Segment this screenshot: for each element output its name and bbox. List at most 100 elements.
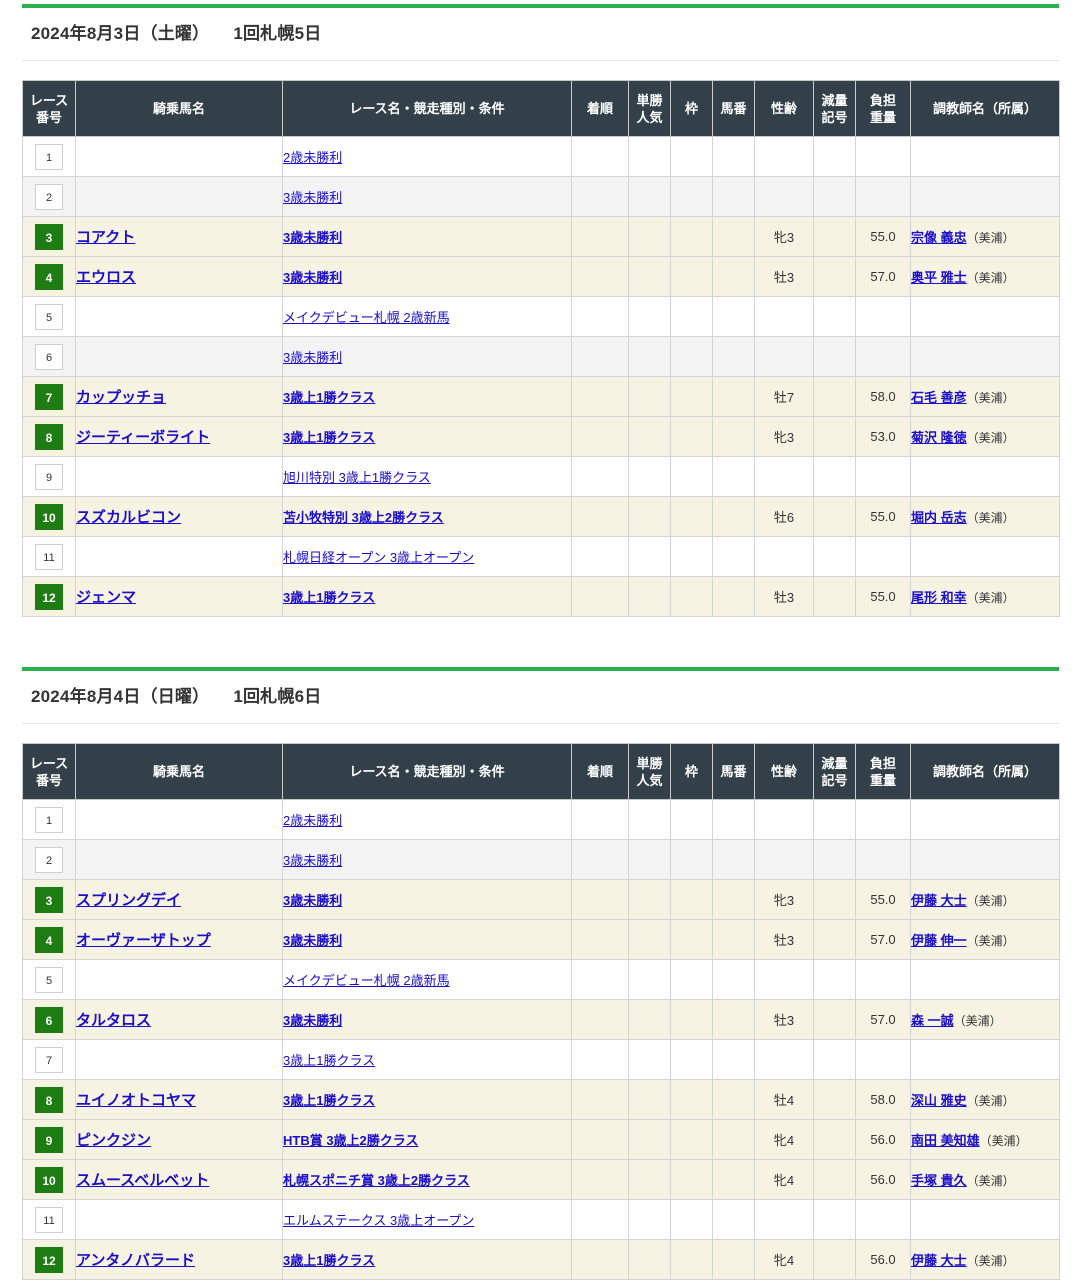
race-cell: 3歳未勝利 (282, 216, 572, 257)
race-link[interactable]: 2歳未勝利 (283, 150, 342, 165)
race-link[interactable]: 3歳未勝利 (283, 270, 342, 285)
horse-link[interactable]: カップッチョ (76, 389, 166, 406)
horse-link[interactable]: スプリングデイ (76, 892, 181, 909)
race-link[interactable]: 3歳上1勝クラス (283, 390, 375, 405)
horse-cell: エウロス (75, 256, 283, 297)
race-link[interactable]: 3歳未勝利 (283, 350, 342, 365)
trainer-affiliation: （美浦） (966, 1254, 1015, 1268)
day-date: 2024年8月3日（土曜） (31, 24, 210, 43)
race-number-cell: 6 (22, 999, 76, 1040)
header-popularity: 単勝 人気 (628, 743, 671, 800)
popularity-cell (628, 336, 671, 377)
race-link[interactable]: HTB賞 3歳上2勝クラス (283, 1133, 419, 1148)
weight-reduction-cell (813, 1039, 856, 1080)
race-row: 2 3歳未勝利 (22, 839, 1060, 880)
horse-cell: カップッチョ (75, 376, 283, 417)
popularity-cell (628, 536, 671, 577)
race-link[interactable]: メイクデビュー札幌 2歳新馬 (283, 310, 450, 325)
race-link[interactable]: 3歳上1勝クラス (283, 590, 375, 605)
trainer-link[interactable]: 堀内 岳志 (911, 510, 967, 525)
horse-link[interactable]: ピンクジン (76, 1132, 151, 1149)
horse-link[interactable]: スムースベルベット (76, 1172, 209, 1189)
race-link[interactable]: 3歳上1勝クラス (283, 1053, 375, 1068)
trainer-link[interactable]: 菊沢 隆徳 (911, 430, 967, 445)
header-race-number-line1: レース (29, 92, 69, 108)
race-link[interactable]: 札幌日経オープン 3歳上オープン (283, 550, 474, 565)
trainer-link[interactable]: 伊藤 大士 (911, 1253, 967, 1268)
horse-link[interactable]: スズカルビコン (76, 509, 181, 526)
race-link[interactable]: 旭川特別 3歳上1勝クラス (283, 470, 431, 485)
race-cell: 3歳未勝利 (282, 336, 572, 377)
race-number: 7 (35, 1046, 63, 1073)
race-link[interactable]: 3歳上1勝クラス (283, 1253, 375, 1268)
race-link[interactable]: 3歳未勝利 (283, 933, 342, 948)
race-row: 1 2歳未勝利 (22, 799, 1060, 840)
finish-cell (571, 456, 629, 497)
trainer-link[interactable]: 南田 美知雄 (911, 1133, 980, 1148)
burden-weight-cell (855, 1039, 911, 1080)
frame-cell (670, 216, 713, 257)
race-cell: 3歳上1勝クラス (282, 1079, 572, 1120)
horse-cell: スムースベルベット (75, 1159, 283, 1200)
race-link[interactable]: エルムステークス 3歳上オープン (283, 1213, 474, 1228)
burden-weight-cell (855, 296, 911, 337)
horse-number-cell (712, 1119, 755, 1160)
horse-link[interactable]: アンタノバラード (76, 1252, 195, 1269)
frame-cell (670, 496, 713, 537)
race-link[interactable]: 3歳未勝利 (283, 1013, 342, 1028)
horse-link[interactable]: コアクト (76, 229, 135, 246)
race-link[interactable]: 2歳未勝利 (283, 813, 342, 828)
horse-link[interactable]: タルタロス (76, 1012, 151, 1029)
frame-cell (670, 376, 713, 417)
race-number-cell: 8 (22, 1079, 76, 1120)
trainer-cell (910, 1039, 1060, 1080)
race-number-cell: 2 (22, 839, 76, 880)
race-cell: 3歳上1勝クラス (282, 1039, 572, 1080)
horse-link[interactable]: ユイノオトコヤマ (76, 1092, 196, 1109)
race-link[interactable]: 3歳未勝利 (283, 190, 342, 205)
race-number: 5 (35, 966, 63, 993)
trainer-link[interactable]: 奥平 雅士 (911, 270, 967, 285)
popularity-cell (628, 1239, 671, 1280)
trainer-link[interactable]: 石毛 善彦 (911, 390, 967, 405)
popularity-cell (628, 136, 671, 177)
frame-cell (670, 1039, 713, 1080)
horse-link[interactable]: エウロス (76, 269, 136, 286)
horse-link[interactable]: ジーティーボライト (76, 429, 210, 446)
race-number-cell: 3 (22, 216, 76, 257)
trainer-link[interactable]: 手塚 貴久 (911, 1173, 967, 1188)
horse-number-cell (712, 216, 755, 257)
sex-age-cell: 牡3 (754, 256, 814, 297)
horse-link[interactable]: オーヴァーザトップ (76, 932, 211, 949)
meeting-name: 1回札幌6日 (233, 687, 322, 706)
header-frame: 枠 (670, 743, 713, 800)
day-title: 2024年8月3日（土曜） 1回札幌5日 (22, 8, 1059, 61)
trainer-link[interactable]: 深山 雅史 (911, 1093, 967, 1108)
race-link[interactable]: 3歳未勝利 (283, 853, 342, 868)
race-number-cell: 1 (22, 136, 76, 177)
horse-link[interactable]: ジェンマ (76, 589, 136, 606)
race-link[interactable]: 苫小牧特別 3歳上2勝クラス (283, 510, 444, 525)
race-number-cell: 4 (22, 256, 76, 297)
burden-weight-cell: 57.0 (855, 919, 911, 960)
race-link[interactable]: 3歳未勝利 (283, 230, 342, 245)
burden-weight-cell: 56.0 (855, 1159, 911, 1200)
trainer-link[interactable]: 尾形 和幸 (911, 590, 967, 605)
weight-reduction-cell (813, 919, 856, 960)
trainer-affiliation: （美浦） (966, 894, 1015, 908)
trainer-link[interactable]: 伊藤 伸一 (911, 933, 967, 948)
race-cell: 2歳未勝利 (282, 136, 572, 177)
trainer-link[interactable]: 伊藤 大士 (911, 893, 967, 908)
race-link[interactable]: 札幌スポニチ賞 3歳上2勝クラス (283, 1173, 470, 1188)
race-link[interactable]: 3歳未勝利 (283, 893, 342, 908)
race-link[interactable]: メイクデビュー札幌 2歳新馬 (283, 973, 450, 988)
burden-weight-cell: 57.0 (855, 256, 911, 297)
trainer-link[interactable]: 森 一誠 (911, 1013, 954, 1028)
header-burden-weight-line1: 負担 (869, 755, 896, 771)
race-link[interactable]: 3歳上1勝クラス (283, 1093, 375, 1108)
weight-reduction-cell (813, 839, 856, 880)
race-link[interactable]: 3歳上1勝クラス (283, 430, 375, 445)
horse-cell: アンタノバラード (75, 1239, 283, 1280)
header-burden-weight-line2: 重量 (869, 772, 896, 788)
trainer-link[interactable]: 宗像 義忠 (911, 230, 967, 245)
